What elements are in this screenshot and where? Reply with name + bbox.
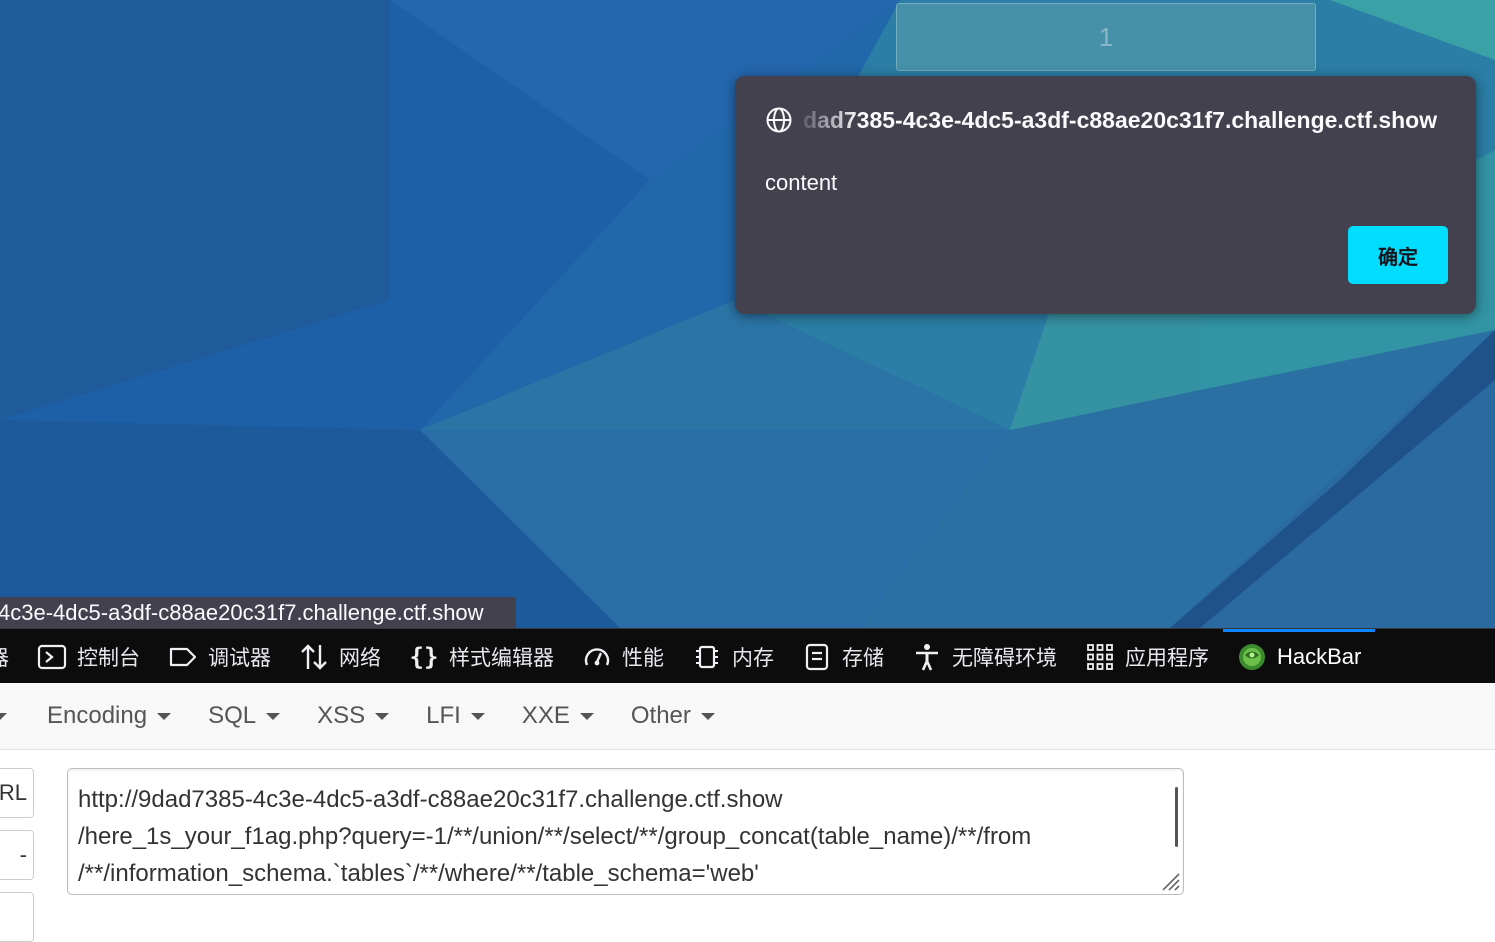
- hackbar-body: RL - http://9dad7385-4c3e-4dc5-a3df-c88a…: [0, 750, 1495, 942]
- style-editor-icon: {}: [410, 643, 439, 671]
- chevron-down-icon: [579, 712, 594, 720]
- tab-label: 无障碍环境: [952, 645, 1057, 670]
- network-icon: [301, 643, 327, 670]
- textarea-scrollbar[interactable]: [1175, 787, 1178, 847]
- tab-label: HackBar: [1277, 643, 1362, 669]
- tab-label: 器: [0, 642, 9, 672]
- memory-icon: [696, 645, 718, 668]
- devtools-toolbar: 器 控制台 调试器 网络 {} 样式编辑器 性能: [0, 628, 1495, 684]
- execute-button[interactable]: [0, 892, 34, 942]
- chevron-down-icon: [266, 712, 281, 720]
- dialog-message: content: [765, 170, 838, 195]
- storage-icon: [805, 643, 829, 670]
- chevron-down-icon: [700, 712, 715, 720]
- menu-label: Other: [630, 702, 691, 729]
- hackbar-icon: [1239, 643, 1265, 670]
- tab-application[interactable]: 应用程序: [1071, 629, 1223, 684]
- accessibility-icon: [916, 643, 938, 671]
- tab-console[interactable]: 控制台: [23, 629, 154, 684]
- svg-text:{}: {}: [410, 643, 439, 671]
- menu-lfi[interactable]: LFI: [426, 702, 485, 730]
- tab-storage[interactable]: 存储: [788, 629, 898, 684]
- button-label: RL: [0, 780, 27, 805]
- button-label: -: [19, 842, 27, 867]
- tab-performance[interactable]: 性能: [568, 629, 678, 684]
- tab-memory[interactable]: 内存: [678, 629, 788, 684]
- dialog-origin-row: dad7385-4c3e-4dc5-a3df-c88ae20c31f7.chal…: [765, 104, 1456, 136]
- hackbar-menu: Encoding SQL XSS LFI XXE Other: [0, 683, 1495, 750]
- tab-label: 应用程序: [1125, 645, 1209, 670]
- split-url-button[interactable]: -: [0, 830, 34, 880]
- menu-label: XSS: [317, 702, 366, 729]
- tab-label: 控制台: [77, 645, 140, 670]
- menu-other[interactable]: Other: [631, 702, 715, 730]
- link-status-bar: 4c3e-4dc5-a3df-c88ae20c31f7.challenge.ct…: [0, 597, 516, 628]
- tab-accessibility[interactable]: 无障碍环境: [898, 629, 1071, 684]
- chevron-down-icon: [157, 712, 172, 720]
- tab-style-editor[interactable]: {} 样式编辑器: [395, 629, 568, 684]
- tab-label: 调试器: [208, 645, 271, 670]
- dialog-origin: dad7385-4c3e-4dc5-a3df-c88ae20c31f7.chal…: [803, 106, 1438, 133]
- performance-icon: [584, 647, 610, 665]
- menu-label: SQL: [208, 702, 257, 729]
- menu-sql[interactable]: SQL: [208, 702, 281, 730]
- tab-label: 性能: [622, 645, 664, 670]
- chevron-down-icon: [470, 712, 485, 720]
- resize-handle-icon[interactable]: [1159, 870, 1181, 892]
- alert-dialog: dad7385-4c3e-4dc5-a3df-c88ae20c31f7.chal…: [735, 76, 1476, 314]
- application-icon: [1087, 643, 1113, 670]
- menu-xss[interactable]: XSS: [317, 702, 390, 730]
- tab-label: 样式编辑器: [449, 645, 554, 670]
- menu-label: Encoding: [47, 702, 148, 729]
- url-textarea[interactable]: http://9dad7385-4c3e-4dc5-a3df-c88ae20c3…: [67, 768, 1184, 895]
- menu-encoding[interactable]: Encoding: [47, 702, 172, 730]
- url-line: /**/information_schema.`tables`/**/where…: [78, 860, 759, 887]
- tab-label: 网络: [339, 645, 381, 670]
- url-line: http://9dad7385-4c3e-4dc5-a3df-c88ae20c3…: [78, 786, 783, 813]
- page-viewport: 1 dad7385-4c3e-4dc5-a3df-c88ae20c31f7.ch…: [0, 0, 1495, 628]
- page-text-input[interactable]: 1: [896, 3, 1316, 71]
- menu-label: XXE: [521, 702, 570, 729]
- tab-inspector[interactable]: 器: [0, 629, 23, 684]
- globe-icon: [766, 107, 792, 133]
- menu-xxe[interactable]: XXE: [522, 702, 594, 730]
- menu-label: LFI: [426, 702, 461, 729]
- url-line: /here_1s_your_f1ag.php?query=-1/**/union…: [78, 823, 1032, 850]
- status-url: 4c3e-4dc5-a3df-c88ae20c31f7.challenge.ct…: [0, 599, 484, 625]
- tab-network[interactable]: 网络: [285, 629, 395, 684]
- debugger-icon: [169, 647, 197, 666]
- tab-debugger[interactable]: 调试器: [154, 629, 285, 684]
- console-icon: [37, 644, 67, 669]
- chevron-down-icon[interactable]: [0, 712, 7, 720]
- tab-label: 存储: [842, 645, 884, 670]
- dialog-ok-button[interactable]: 确定: [1348, 226, 1448, 284]
- chevron-down-icon: [375, 712, 390, 720]
- tab-label: 内存: [732, 645, 774, 670]
- tab-hackbar[interactable]: HackBar: [1223, 629, 1376, 684]
- load-url-button[interactable]: RL: [0, 768, 34, 818]
